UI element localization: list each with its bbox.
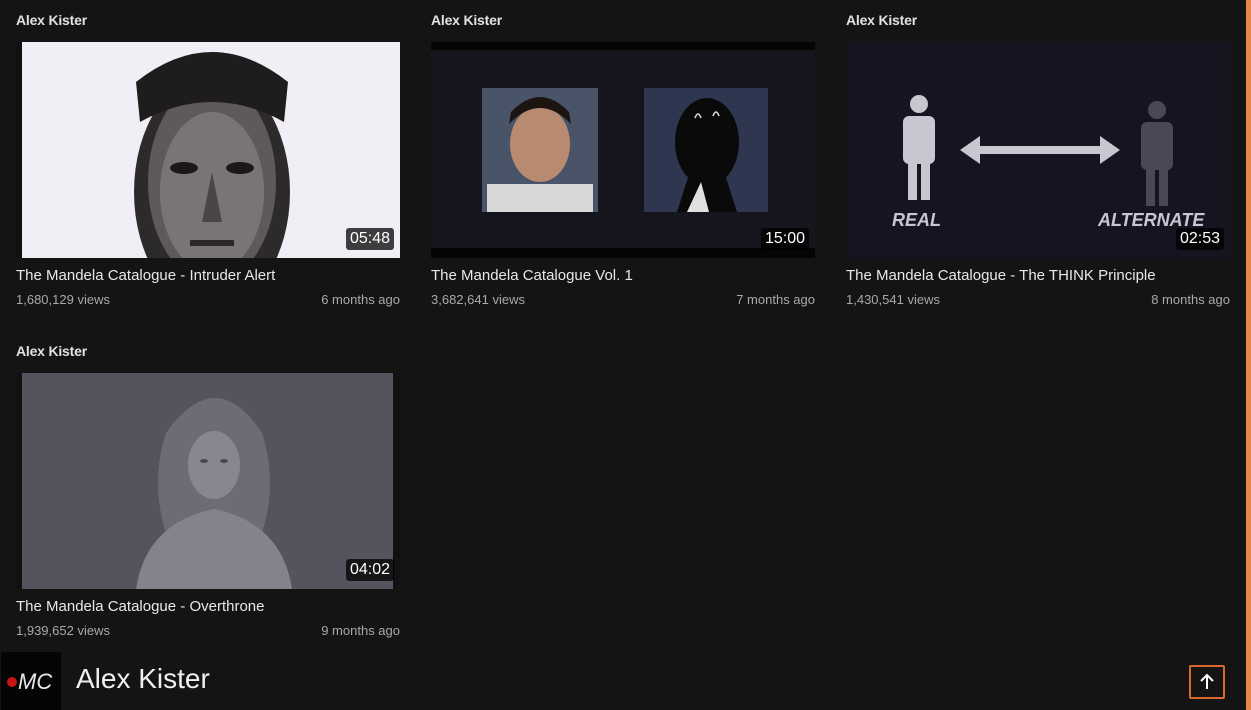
view-count: 3,682,641 views (431, 292, 525, 307)
footer-channel-name[interactable]: Alex Kister (76, 663, 210, 695)
channel-name[interactable]: Alex Kister (846, 12, 917, 28)
video-thumbnail[interactable]: 15:00 (431, 42, 815, 258)
video-duration: 02:53 (1175, 228, 1224, 250)
thumbnail-label-alternate: ALTERNATE (1097, 210, 1205, 230)
thumbnail-image-vol-1 (431, 42, 815, 258)
video-title[interactable]: The Mandela Catalogue - Overthrone (16, 598, 264, 615)
scroll-to-top-button[interactable] (1189, 665, 1225, 699)
thumbnail-label-real: REAL (892, 210, 941, 230)
thumbnail-image-think-principle: REAL ALTERNATE (846, 42, 1230, 258)
video-title[interactable]: The Mandela Catalogue - Intruder Alert (16, 267, 275, 284)
upload-age: 6 months ago (321, 292, 400, 307)
channel-avatar[interactable]: MC (1, 652, 61, 710)
thumbnail-image-intruder-alert (16, 42, 400, 258)
channel-name[interactable]: Alex Kister (16, 12, 87, 28)
video-title[interactable]: The Mandela Catalogue Vol. 1 (431, 267, 633, 284)
view-count: 1,939,652 views (16, 623, 110, 638)
record-dot-icon (7, 677, 17, 687)
video-thumbnail[interactable]: 04:02 (16, 373, 400, 589)
video-duration: 15:00 (760, 228, 809, 250)
channel-name[interactable]: Alex Kister (16, 343, 87, 359)
arrow-up-icon (1200, 673, 1214, 689)
upload-age: 7 months ago (736, 292, 815, 307)
thumbnail-image-overthrone (16, 373, 400, 589)
video-thumbnail[interactable]: 05:48 (16, 42, 400, 258)
upload-age: 8 months ago (1151, 292, 1230, 307)
video-title[interactable]: The Mandela Catalogue - The THINK Princi… (846, 267, 1156, 284)
scrollbar-accent[interactable] (1246, 0, 1251, 710)
video-thumbnail[interactable]: REAL ALTERNATE 02:53 (846, 42, 1230, 258)
video-duration: 05:48 (345, 228, 394, 250)
view-count: 1,680,129 views (16, 292, 110, 307)
view-count: 1,430,541 views (846, 292, 940, 307)
channel-footer: MC Alex Kister (0, 651, 1245, 710)
logo-text: MC (18, 669, 53, 694)
channel-name[interactable]: Alex Kister (431, 12, 502, 28)
page: Alex Kister 05:48 The Mandela Catalogue … (0, 0, 1251, 710)
video-duration: 04:02 (345, 559, 394, 581)
upload-age: 9 months ago (321, 623, 400, 638)
